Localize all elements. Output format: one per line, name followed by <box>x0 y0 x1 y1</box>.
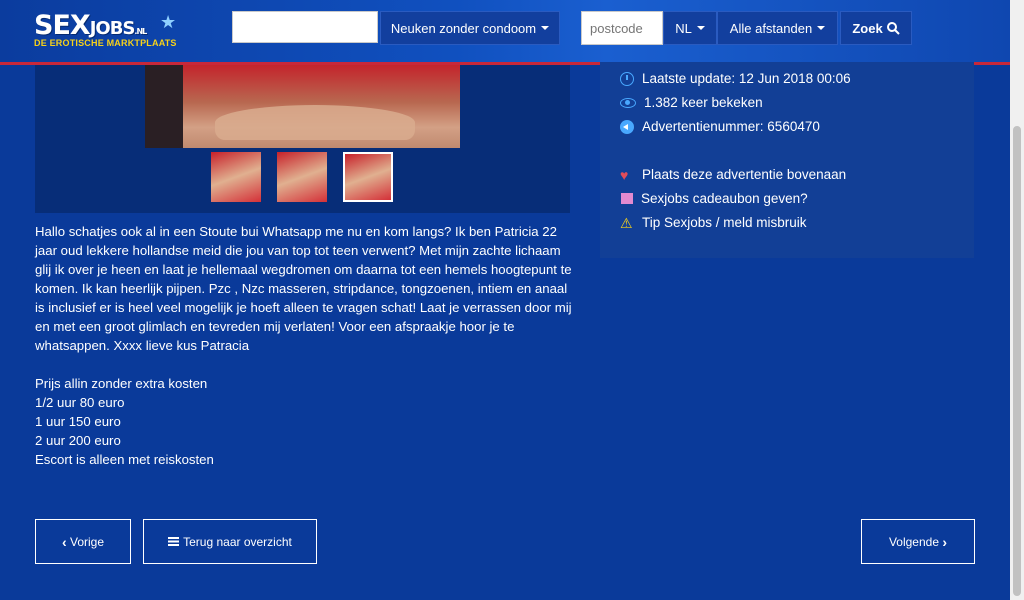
back-to-overview-button[interactable]: Terug naar overzicht <box>143 519 317 564</box>
distance-dropdown-label: Alle afstanden <box>729 20 813 36</box>
price-line: Escort is alleen met reiskosten <box>35 452 214 467</box>
photo-gallery <box>35 65 570 213</box>
last-update-row: Laatste update: 12 Jun 2018 00:06 <box>620 71 851 86</box>
scrollbar-thumb[interactable] <box>1013 126 1021 596</box>
chevron-down-icon <box>696 26 705 30</box>
arrow-left-circle-icon <box>620 119 634 134</box>
report-abuse-link[interactable]: ⚠ Tip Sexjobs / meld misbruik <box>620 215 807 230</box>
ad-number-text: Advertentienummer: 6560470 <box>642 119 820 134</box>
logo-tld: .NL <box>134 27 147 36</box>
warning-icon: ⚠ <box>620 214 633 231</box>
promote-ad-link[interactable]: ♥ Plaats deze advertentie bovenaan <box>620 167 846 182</box>
logo-text-main: SEX <box>34 10 91 41</box>
price-line: 1 uur 150 euro <box>35 414 121 429</box>
logo-text-jobs: JOBS <box>89 18 136 39</box>
keyword-search-input[interactable] <box>232 11 378 43</box>
price-line: Prijs allin zonder extra kosten <box>35 376 208 391</box>
views-text: 1.382 keer bekeken <box>644 95 763 110</box>
price-line: 2 uur 200 euro <box>35 433 121 448</box>
category-dropdown[interactable]: Neuken zonder condoom <box>380 11 560 45</box>
list-icon <box>168 537 180 546</box>
chevron-left-icon: ‹ <box>61 533 67 550</box>
report-abuse-label: Tip Sexjobs / meld misbruik <box>642 215 807 230</box>
price-line: 1/2 uur 80 euro <box>35 395 125 410</box>
photo-thumbnail-2[interactable] <box>277 152 327 202</box>
search-button[interactable]: Zoek <box>840 11 912 45</box>
gift-icon <box>621 193 633 204</box>
back-to-overview-label: Terug naar overzicht <box>183 534 292 549</box>
views-row: 1.382 keer bekeken <box>620 95 763 110</box>
chevron-down-icon <box>541 26 550 30</box>
site-header: SEXJOBS.NL ★ DE EROTISCHE MARKTPLAATS Ne… <box>0 0 1010 65</box>
ad-number-row: Advertentienummer: 6560470 <box>620 119 820 134</box>
ad-info-panel: Laatste update: 12 Jun 2018 00:06 1.382 … <box>600 62 974 258</box>
country-dropdown[interactable]: NL <box>663 11 717 45</box>
page-scrollbar[interactable] <box>1010 0 1024 600</box>
search-icon <box>886 21 900 35</box>
description-text: Hallo schatjes ook al in een Stoute bui … <box>35 224 572 353</box>
last-update-text: Laatste update: 12 Jun 2018 00:06 <box>642 71 851 86</box>
sexjobs-logo[interactable]: SEXJOBS.NL ★ DE EROTISCHE MARKTPLAATS <box>34 10 184 50</box>
clock-icon <box>620 71 634 86</box>
postcode-input[interactable] <box>581 11 663 45</box>
eye-icon <box>620 97 636 108</box>
previous-button-label: Vorige <box>69 534 105 549</box>
previous-button[interactable]: ‹ Vorige <box>35 519 131 564</box>
distance-dropdown[interactable]: Alle afstanden <box>717 11 838 45</box>
next-button-label: Volgende <box>888 534 940 549</box>
star-icon: ★ <box>160 12 177 32</box>
next-button[interactable]: Volgende › <box>861 519 975 564</box>
promote-ad-label: Plaats deze advertentie bovenaan <box>642 167 847 182</box>
gift-voucher-label: Sexjobs cadeaubon geven? <box>641 191 808 206</box>
search-button-label: Zoek <box>852 20 883 36</box>
heart-icon: ♥ <box>620 166 629 183</box>
category-dropdown-label: Neuken zonder condoom <box>390 20 537 36</box>
photo-thumbnail-1[interactable] <box>211 152 261 202</box>
main-photo[interactable] <box>145 65 460 148</box>
chevron-right-icon: › <box>942 533 948 550</box>
ad-description: Hallo schatjes ook al in een Stoute bui … <box>35 222 580 469</box>
gift-voucher-link[interactable]: Sexjobs cadeaubon geven? <box>620 191 808 206</box>
logo-tagline: DE EROTISCHE MARKTPLAATS <box>34 38 177 48</box>
country-dropdown-label: NL <box>675 20 692 36</box>
chevron-down-icon <box>817 26 826 30</box>
photo-thumbnail-3[interactable] <box>343 152 393 202</box>
